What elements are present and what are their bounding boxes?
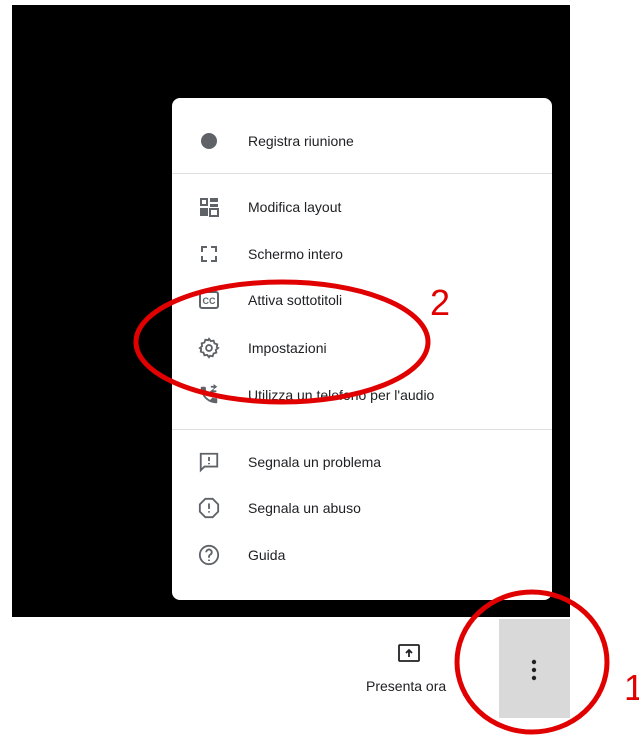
menu-item-label: Utilizza un telefono per l'audio [248, 387, 435, 403]
annotation-label-1: 1 [624, 667, 639, 708]
report-icon [196, 495, 222, 521]
svg-text:CC: CC [203, 296, 216, 306]
menu-divider [172, 429, 552, 430]
present-now-label: Presenta ora [366, 678, 447, 694]
menu-item-label: Segnala un problema [248, 454, 382, 470]
menu-item-report-abuse[interactable]: Segnala un abuso [172, 488, 552, 528]
gear-icon [196, 335, 222, 361]
menu-item-label: Registra riunione [248, 133, 354, 149]
menu-item-phone-audio[interactable]: Utilizza un telefono per l'audio [172, 375, 552, 415]
menu-item-settings[interactable]: Impostazioni [172, 328, 552, 368]
menu-item-fullscreen[interactable]: Schermo intero [172, 234, 552, 274]
menu-item-label: Attiva sottotitoli [248, 292, 343, 308]
closed-captions-icon: CC [196, 287, 222, 313]
phone-forward-icon [196, 382, 222, 408]
menu-item-captions[interactable]: CC Attiva sottotitoli [172, 280, 552, 320]
menu-item-record-meeting[interactable]: Registra riunione [172, 121, 552, 161]
help-icon [196, 542, 222, 568]
more-options-button[interactable] [499, 619, 570, 718]
fullscreen-icon [196, 241, 222, 267]
menu-item-change-layout[interactable]: Modifica layout [172, 187, 552, 227]
menu-divider [172, 173, 552, 174]
menu-item-label: Impostazioni [248, 340, 327, 356]
more-vert-icon [531, 659, 537, 681]
menu-item-label: Schermo intero [248, 246, 343, 262]
menu-item-label: Guida [248, 547, 286, 563]
record-dot-icon [196, 128, 222, 154]
present-now-button[interactable]: Presenta ora [366, 640, 460, 700]
layout-icon [196, 194, 222, 220]
more-options-menu: Registra riunione Modifica layout Scherm… [172, 98, 552, 600]
menu-item-help[interactable]: Guida [172, 535, 552, 575]
present-screen-icon [397, 643, 421, 665]
annotation-label-2: 2 [430, 282, 451, 323]
menu-item-report-problem[interactable]: Segnala un problema [172, 442, 552, 482]
feedback-icon [196, 449, 222, 475]
menu-item-label: Segnala un abuso [248, 500, 361, 516]
menu-item-label: Modifica layout [248, 199, 342, 215]
